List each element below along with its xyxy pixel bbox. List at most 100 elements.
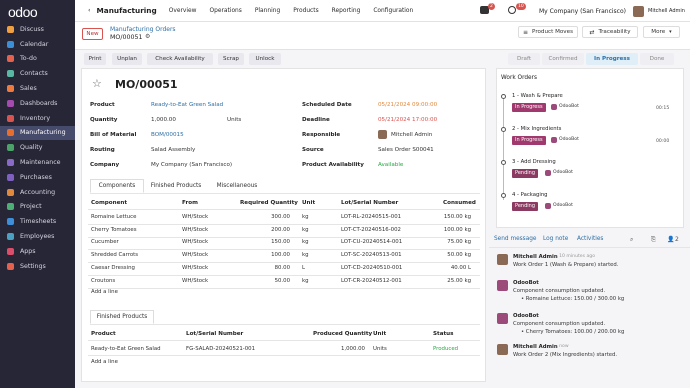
cell-unit[interactable]: L (302, 265, 305, 271)
followers-icon[interactable]: 👤 (667, 236, 674, 243)
check-availability-button[interactable]: Check Availability (147, 53, 213, 65)
sidebar-item-purchases[interactable]: Purchases (0, 170, 75, 185)
stage-done[interactable]: Done (640, 53, 674, 65)
cell-from[interactable]: WH/Stock (182, 265, 208, 271)
column-header-component[interactable]: Component (91, 200, 127, 206)
cell-from[interactable]: WH/Stock (182, 239, 208, 245)
stage-draft[interactable]: Draft (508, 53, 540, 65)
cell-required-quantity[interactable]: 100.00 (240, 252, 290, 258)
sidebar-item-manufacturing[interactable]: Manufacturing (0, 125, 75, 141)
message-author[interactable]: OdooBot (513, 280, 539, 286)
cell-component[interactable]: Cucumber (91, 239, 119, 245)
sidebar-item-dashboards[interactable]: Dashboards (0, 96, 75, 111)
cell-lot-serial-number[interactable]: LOT-RL-20240515-001 (341, 214, 401, 220)
cell-lot-serial-number[interactable]: LOT-CR-20240512-001 (341, 278, 402, 284)
menu-configuration[interactable]: Configuration (373, 8, 413, 14)
message-author[interactable]: OdooBot (513, 313, 539, 319)
sidebar-item-discuss[interactable]: Discuss (0, 22, 75, 37)
more-button[interactable]: More ▾ (643, 26, 680, 38)
cell-lot-serial-number[interactable]: LOT-SC-20240513-001 (341, 252, 402, 258)
cell-unit[interactable]: kg (302, 278, 309, 284)
sidebar-item-apps[interactable]: Apps (0, 244, 75, 259)
unlock-button[interactable]: Unlock (249, 53, 281, 65)
sidebar-item-settings[interactable]: Settings (0, 259, 75, 274)
cell-required-quantity[interactable]: 200.00 (240, 227, 290, 233)
cell-from[interactable]: WH/Stock (182, 214, 208, 220)
unplan-button[interactable]: Unplan (112, 53, 142, 65)
work-order-name[interactable]: 3 - Add Dressing (512, 159, 556, 165)
app-name[interactable]: Manufacturing (97, 6, 157, 15)
fin-cell-product[interactable]: Ready-to-Eat Green Salad (91, 346, 161, 352)
field-value-product-availability[interactable]: Available (378, 162, 403, 168)
tab-miscellaneous[interactable]: Miscellaneous (210, 179, 264, 193)
field-unit[interactable]: Units (227, 117, 241, 123)
sidebar-item-maintenance[interactable]: Maintenance (0, 155, 75, 170)
menu-products[interactable]: Products (293, 8, 318, 14)
sidebar-item-employees[interactable]: Employees (0, 229, 75, 244)
field-value-routing[interactable]: Salad Assembly (151, 147, 195, 153)
sidebar-item-timesheets[interactable]: Timesheets (0, 214, 75, 229)
field-value-product[interactable]: Ready-to-Eat Green Salad (151, 102, 223, 108)
fin-header-produced-quantity[interactable]: Produced Quantity (313, 331, 372, 337)
stage-confirmed[interactable]: Confirmed (542, 53, 584, 65)
sidebar-item-inventory[interactable]: Inventory (0, 111, 75, 126)
work-order-name[interactable]: 4 - Packaging (512, 192, 548, 198)
tab-finished-products-sub[interactable]: Finished Products (90, 310, 154, 324)
menu-overview[interactable]: Overview (169, 8, 197, 14)
cell-consumed[interactable]: 150.00 kg (438, 214, 471, 220)
cell-lot-serial-number[interactable]: LOT-CD-20240510-001 (341, 265, 402, 271)
traceability-button[interactable]: ⇄ Traceability (582, 26, 638, 38)
field-value-deadline[interactable]: 05/21/2024 17:00:00 (378, 117, 437, 123)
cell-from[interactable]: WH/Stock (182, 278, 208, 284)
scrap-button[interactable]: Scrap (218, 53, 244, 65)
cell-required-quantity[interactable]: 300.00 (240, 214, 290, 220)
column-header-required-quantity[interactable]: Required Quantity (240, 200, 298, 206)
cell-component[interactable]: Romaine Lettuce (91, 214, 136, 220)
fin-cell-unit[interactable]: Units (373, 346, 387, 352)
sidebar-item-project[interactable]: Project (0, 200, 75, 215)
field-value-quantity[interactable]: 1,000.00 (151, 117, 176, 123)
cell-consumed[interactable]: 40.00 L (438, 265, 471, 271)
sidebar-item-to-do[interactable]: To-do (0, 52, 75, 67)
cell-consumed[interactable]: 100.00 kg (438, 227, 471, 233)
field-value-responsible[interactable]: Mitchell Admin (391, 132, 432, 138)
sidebar-item-contacts[interactable]: Contacts (0, 66, 75, 81)
cell-consumed[interactable]: 75.00 kg (438, 239, 471, 245)
field-value-scheduled-date[interactable]: 05/21/2024 09:00:00 (378, 102, 437, 108)
fin-header-lot-serial-number[interactable]: Lot/Serial Number (186, 331, 243, 337)
fin-header-product[interactable]: Product (91, 331, 116, 337)
log-note-button[interactable]: Log note (543, 236, 568, 242)
fin-cell-lot-serial-number[interactable]: FG-SALAD-20240521-001 (186, 346, 255, 352)
column-header-from[interactable]: From (182, 200, 198, 206)
work-order-name[interactable]: 1 - Wash & Prepare (512, 93, 563, 99)
menu-planning[interactable]: Planning (255, 8, 280, 14)
fin-cell-produced-quantity[interactable]: 1,000.00 (313, 346, 365, 352)
fin-header-unit[interactable]: Unit (373, 331, 386, 337)
gear-icon[interactable]: ⚙ (145, 33, 150, 40)
new-button[interactable]: New (82, 28, 103, 40)
column-header-consumed[interactable]: Consumed (443, 200, 476, 206)
activities-button[interactable]: Activities (577, 236, 603, 242)
message-author[interactable]: Mitchell Admin (513, 344, 558, 350)
sidebar-item-accounting[interactable]: Accounting (0, 185, 75, 200)
cell-consumed[interactable]: 25.00 kg (438, 278, 471, 284)
cell-unit[interactable]: kg (302, 214, 309, 220)
sidebar-item-sales[interactable]: Sales (0, 81, 75, 96)
menu-reporting[interactable]: Reporting (332, 8, 361, 14)
cell-lot-serial-number[interactable]: LOT-CU-20240514-001 (341, 239, 402, 245)
tab-components[interactable]: Components (90, 179, 144, 193)
odoo-logo[interactable]: odoo (0, 0, 75, 22)
company-switcher[interactable]: My Company (San Francisco) (539, 0, 626, 22)
cell-component[interactable]: Cherry Tomatoes (91, 227, 137, 233)
work-order-name[interactable]: 2 - Mix Ingredients (512, 126, 561, 132)
fin-cell-status[interactable]: Produced (433, 346, 458, 352)
field-value-bill-of-material[interactable]: BOM/00015 (151, 132, 184, 138)
add-finished-line[interactable]: Add a line (91, 359, 118, 365)
sidebar-item-calendar[interactable]: Calendar (0, 37, 75, 52)
cell-from[interactable]: WH/Stock (182, 227, 208, 233)
cell-unit[interactable]: kg (302, 252, 309, 258)
message-author[interactable]: Mitchell Admin (513, 254, 558, 260)
sidebar-item-quality[interactable]: Quality (0, 140, 75, 155)
product-moves-button[interactable]: ≡ Product Moves (518, 26, 578, 38)
cell-required-quantity[interactable]: 50.00 (240, 278, 290, 284)
